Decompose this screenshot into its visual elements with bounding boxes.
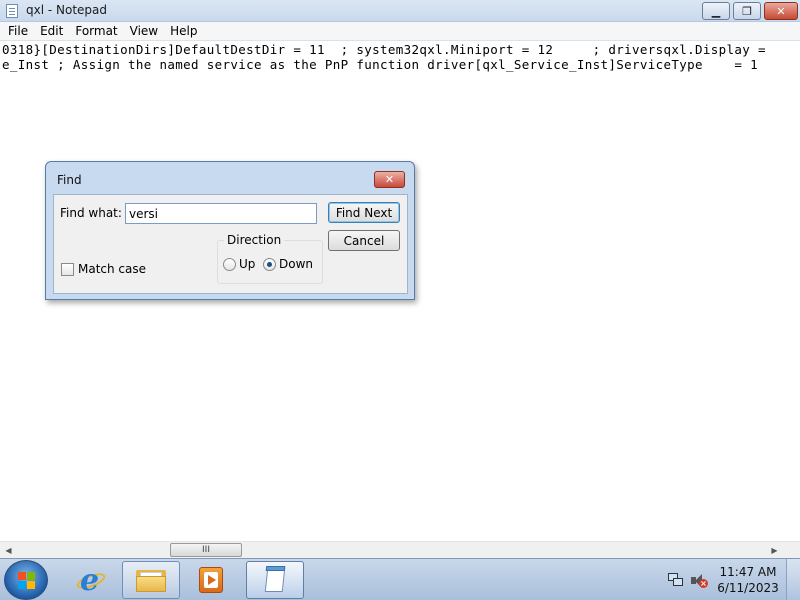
menu-help[interactable]: Help [164, 22, 203, 41]
menu-file[interactable]: File [2, 22, 34, 41]
clock-time: 11:47 AM [719, 565, 777, 579]
match-case-checkbox[interactable] [61, 263, 74, 276]
taskbar-media-player[interactable] [184, 561, 238, 599]
direction-down-label[interactable]: Down [279, 257, 313, 271]
match-case-label[interactable]: Match case [78, 262, 146, 276]
editor-line: e_Inst ; Assign the named service as the… [2, 57, 759, 72]
clock-date: 6/11/2023 [717, 581, 779, 595]
taskbar: e × 11:47 AM 6/11/2023 [0, 558, 800, 600]
close-button[interactable]: ✕ [764, 2, 798, 20]
direction-up-radio[interactable] [223, 258, 236, 271]
notepad-app-icon[interactable] [6, 4, 18, 18]
start-button[interactable] [4, 560, 48, 600]
editor-line: 0318}[DestinationDirs]DefaultDestDir = 1… [2, 42, 774, 57]
minimize-button[interactable]: ▁ [702, 2, 730, 20]
taskbar-notepad[interactable] [246, 561, 304, 599]
cancel-button[interactable]: Cancel [328, 230, 400, 251]
find-dialog-title: Find [57, 173, 82, 187]
direction-down-radio[interactable] [263, 258, 276, 271]
direction-group: Direction Up Down [217, 233, 323, 284]
volume-muted-icon[interactable]: × [690, 573, 708, 589]
menu-format[interactable]: Format [69, 22, 123, 41]
horizontal-scrollbar[interactable]: ◀ III ▶ [0, 541, 800, 559]
title-bar: qxl - Notepad ▁ ❐ ✕ [0, 0, 800, 22]
find-what-input[interactable] [125, 203, 317, 224]
maximize-button[interactable]: ❐ [733, 2, 761, 20]
menu-bar: File Edit Format View Help [0, 22, 800, 41]
menu-edit[interactable]: Edit [34, 22, 69, 41]
scroll-left-arrow-icon[interactable]: ◀ [0, 542, 17, 559]
folder-icon [136, 568, 166, 592]
find-what-label: Find what: [60, 206, 122, 220]
find-dialog-close-button[interactable]: ✕ [374, 171, 405, 188]
network-icon[interactable] [668, 573, 684, 589]
windows-logo-icon [18, 572, 36, 590]
find-dialog-body: Find what: Find Next Cancel Direction Up… [53, 194, 408, 294]
direction-label: Direction [224, 233, 285, 247]
direction-up-label[interactable]: Up [239, 257, 255, 271]
menu-view[interactable]: View [124, 22, 164, 41]
scrollbar-thumb[interactable]: III [170, 543, 242, 557]
find-dialog: Find ✕ Find what: Find Next Cancel Direc… [45, 161, 415, 300]
window-title: qxl - Notepad [26, 3, 108, 17]
taskbar-internet-explorer[interactable]: e [64, 561, 118, 599]
scrollbar-corner [783, 542, 800, 559]
scroll-right-arrow-icon[interactable]: ▶ [766, 542, 783, 559]
internet-explorer-icon: e [74, 563, 108, 598]
taskbar-windows-explorer[interactable] [122, 561, 180, 599]
system-clock[interactable]: 11:47 AM 6/11/2023 [716, 564, 780, 596]
media-player-icon [199, 567, 223, 593]
show-desktop-button[interactable] [786, 559, 800, 600]
notepad-icon [262, 566, 288, 594]
find-next-button[interactable]: Find Next [328, 202, 400, 223]
